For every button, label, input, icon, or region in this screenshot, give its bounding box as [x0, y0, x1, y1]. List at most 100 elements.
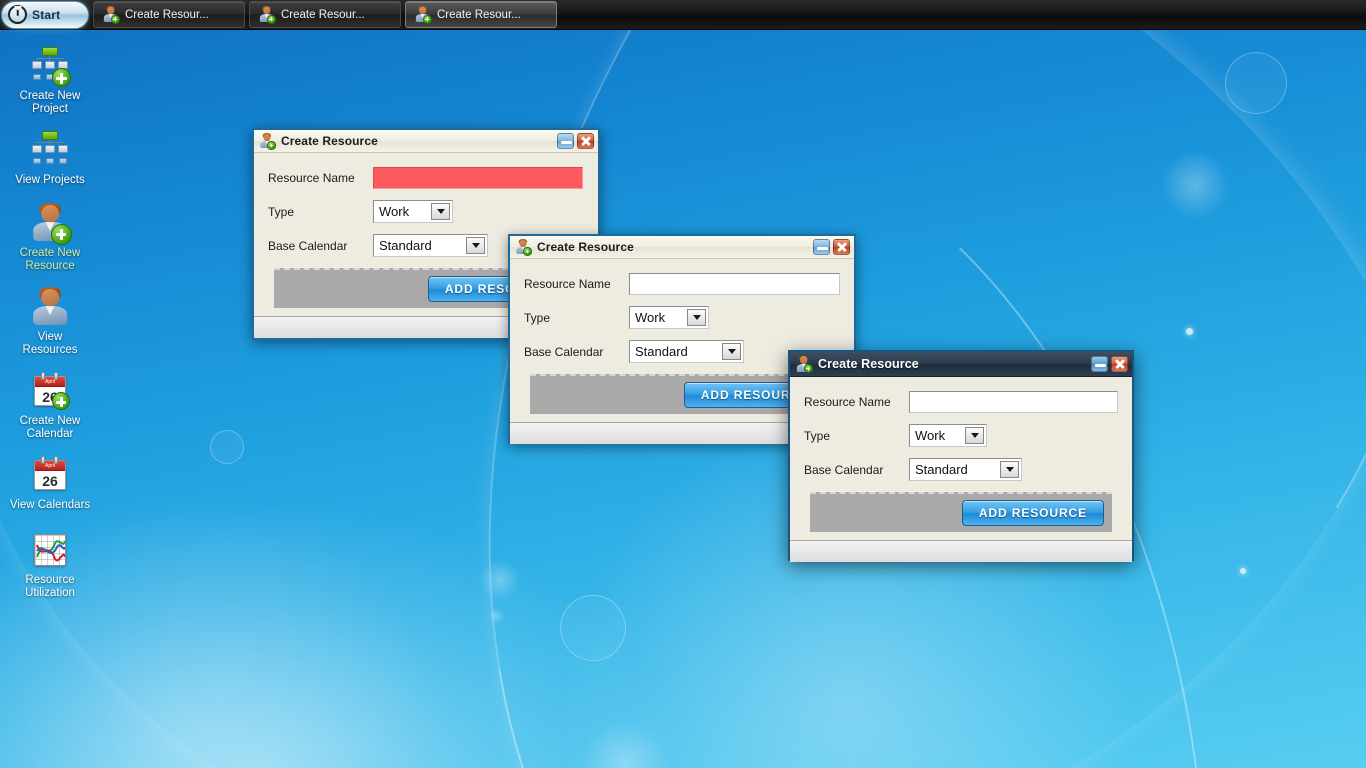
- taskbar-item-label: Create Resour...: [125, 9, 209, 21]
- taskbar-item-create-resource-3[interactable]: Create Resour...: [405, 1, 557, 28]
- base-calendar-dropdown-value: Standard: [630, 341, 722, 362]
- sidebar-item-create-new-resource[interactable]: Create NewResource: [0, 201, 100, 275]
- dialog-titlebar[interactable]: Create Resource: [790, 352, 1132, 377]
- person-add-icon: [30, 203, 70, 243]
- person-add-icon: [258, 6, 275, 23]
- base-calendar-dropdown[interactable]: Standard: [629, 340, 744, 363]
- type-dropdown-value: Work: [910, 425, 965, 446]
- person-add-icon: [515, 239, 531, 255]
- type-dropdown-value: Work: [374, 201, 431, 222]
- sidebar-item-label: View Calendars: [2, 499, 98, 512]
- power-icon: [8, 5, 27, 24]
- type-dropdown[interactable]: Work: [373, 200, 453, 223]
- dialog-action-bar: ADD RESOURCE: [810, 492, 1112, 532]
- minimize-icon[interactable]: [1091, 356, 1108, 372]
- base-calendar-label: Base Calendar: [524, 345, 629, 359]
- type-label: Type: [804, 429, 909, 443]
- form-row-type: Type Work: [524, 306, 840, 329]
- window-controls: [813, 239, 850, 255]
- close-icon[interactable]: [833, 239, 850, 255]
- sidebar-item-view-calendars[interactable]: April 26 View Calendars: [0, 453, 100, 514]
- base-calendar-label: Base Calendar: [268, 239, 373, 253]
- minimize-icon[interactable]: [813, 239, 830, 255]
- window-controls: [557, 133, 594, 149]
- person-add-icon: [414, 6, 431, 23]
- close-icon[interactable]: [577, 133, 594, 149]
- desktop-launcher-sidebar: Create NewProject View Projects Create N…: [0, 36, 100, 612]
- dialog-title: Create Resource: [537, 240, 634, 254]
- sidebar-item-label: ResourceUtilization: [2, 574, 98, 600]
- dialog-titlebar[interactable]: Create Resource: [254, 130, 598, 153]
- start-button[interactable]: Start: [1, 1, 89, 29]
- person-add-icon: [795, 356, 812, 373]
- form-row-type: Type Work: [804, 424, 1118, 447]
- wallpaper-orb: [1186, 328, 1193, 335]
- form-row-resource-name: Resource Name: [804, 391, 1118, 413]
- wallpaper-orb: [1240, 568, 1246, 574]
- wallpaper-orb: [210, 430, 244, 464]
- calendar-icon: April 26: [30, 455, 70, 495]
- sidebar-item-create-new-calendar[interactable]: April 26 Create NewCalendar: [0, 369, 100, 443]
- person-add-icon: [259, 133, 275, 149]
- sidebar-item-label: Create NewResource: [2, 247, 98, 273]
- project-tree-add-icon: [30, 46, 70, 86]
- form-row-resource-name: Resource Name: [524, 273, 840, 295]
- add-resource-button[interactable]: ADD RESOURCE: [962, 500, 1104, 526]
- minimize-icon[interactable]: [557, 133, 574, 149]
- line-chart-icon: [30, 530, 70, 570]
- sidebar-item-label: ViewResources: [2, 331, 98, 357]
- base-calendar-dropdown-value: Standard: [374, 235, 466, 256]
- start-button-label: Start: [32, 8, 60, 22]
- form-row-resource-name: Resource Name: [268, 167, 584, 189]
- type-dropdown-value: Work: [630, 307, 687, 328]
- window-controls: [1091, 356, 1128, 372]
- resource-name-input[interactable]: [629, 273, 840, 295]
- taskbar: Start Create Resour... Create Resour... …: [0, 0, 1366, 30]
- person-add-icon: [102, 6, 119, 23]
- dialog-title: Create Resource: [281, 134, 378, 148]
- form-row-base-calendar: Base Calendar Standard: [804, 458, 1118, 481]
- chevron-down-icon[interactable]: [965, 427, 984, 444]
- form-row-type: Type Work: [268, 200, 584, 223]
- chevron-down-icon[interactable]: [687, 309, 706, 326]
- sidebar-item-resource-utilization[interactable]: ResourceUtilization: [0, 528, 100, 602]
- sidebar-item-view-projects[interactable]: View Projects: [0, 128, 100, 189]
- base-calendar-dropdown-value: Standard: [910, 459, 1000, 480]
- resource-name-label: Resource Name: [804, 395, 909, 409]
- taskbar-item-label: Create Resour...: [437, 9, 521, 21]
- taskbar-item-label: Create Resour...: [281, 9, 365, 21]
- taskbar-item-create-resource-2[interactable]: Create Resour...: [249, 1, 401, 28]
- resource-name-label: Resource Name: [524, 277, 629, 291]
- chevron-down-icon[interactable]: [722, 343, 741, 360]
- calendar-icon-month: April: [35, 461, 65, 471]
- calendar-icon-month: April: [35, 377, 65, 387]
- wallpaper-orb: [1225, 52, 1287, 114]
- base-calendar-dropdown[interactable]: Standard: [373, 234, 488, 257]
- resource-name-input[interactable]: [909, 391, 1118, 413]
- close-icon[interactable]: [1111, 356, 1128, 372]
- dialog-create-resource-3[interactable]: Create Resource Resource Name Type Work …: [788, 350, 1134, 561]
- chevron-down-icon[interactable]: [1000, 461, 1019, 478]
- chevron-down-icon[interactable]: [466, 237, 485, 254]
- sidebar-item-label: Create NewCalendar: [2, 415, 98, 441]
- person-icon: [30, 287, 70, 327]
- resource-name-input[interactable]: [373, 167, 583, 189]
- chevron-down-icon[interactable]: [431, 203, 450, 220]
- sidebar-item-view-resources[interactable]: ViewResources: [0, 285, 100, 359]
- wallpaper-glow: [0, 508, 670, 768]
- dialog-title: Create Resource: [818, 357, 919, 371]
- sidebar-item-create-new-project[interactable]: Create NewProject: [0, 44, 100, 118]
- calendar-icon-day: 26: [35, 471, 65, 491]
- sidebar-item-label: View Projects: [2, 174, 98, 187]
- wallpaper-orb: [1160, 150, 1230, 220]
- base-calendar-dropdown[interactable]: Standard: [909, 458, 1022, 481]
- type-label: Type: [268, 205, 373, 219]
- type-dropdown[interactable]: Work: [629, 306, 709, 329]
- dialog-titlebar[interactable]: Create Resource: [510, 236, 854, 259]
- taskbar-item-create-resource-1[interactable]: Create Resour...: [93, 1, 245, 28]
- dialog-body: Resource Name Type Work Base Calendar St…: [790, 377, 1132, 532]
- resource-name-label: Resource Name: [268, 171, 373, 185]
- base-calendar-label: Base Calendar: [804, 463, 909, 477]
- project-tree-icon: [30, 130, 70, 170]
- type-dropdown[interactable]: Work: [909, 424, 987, 447]
